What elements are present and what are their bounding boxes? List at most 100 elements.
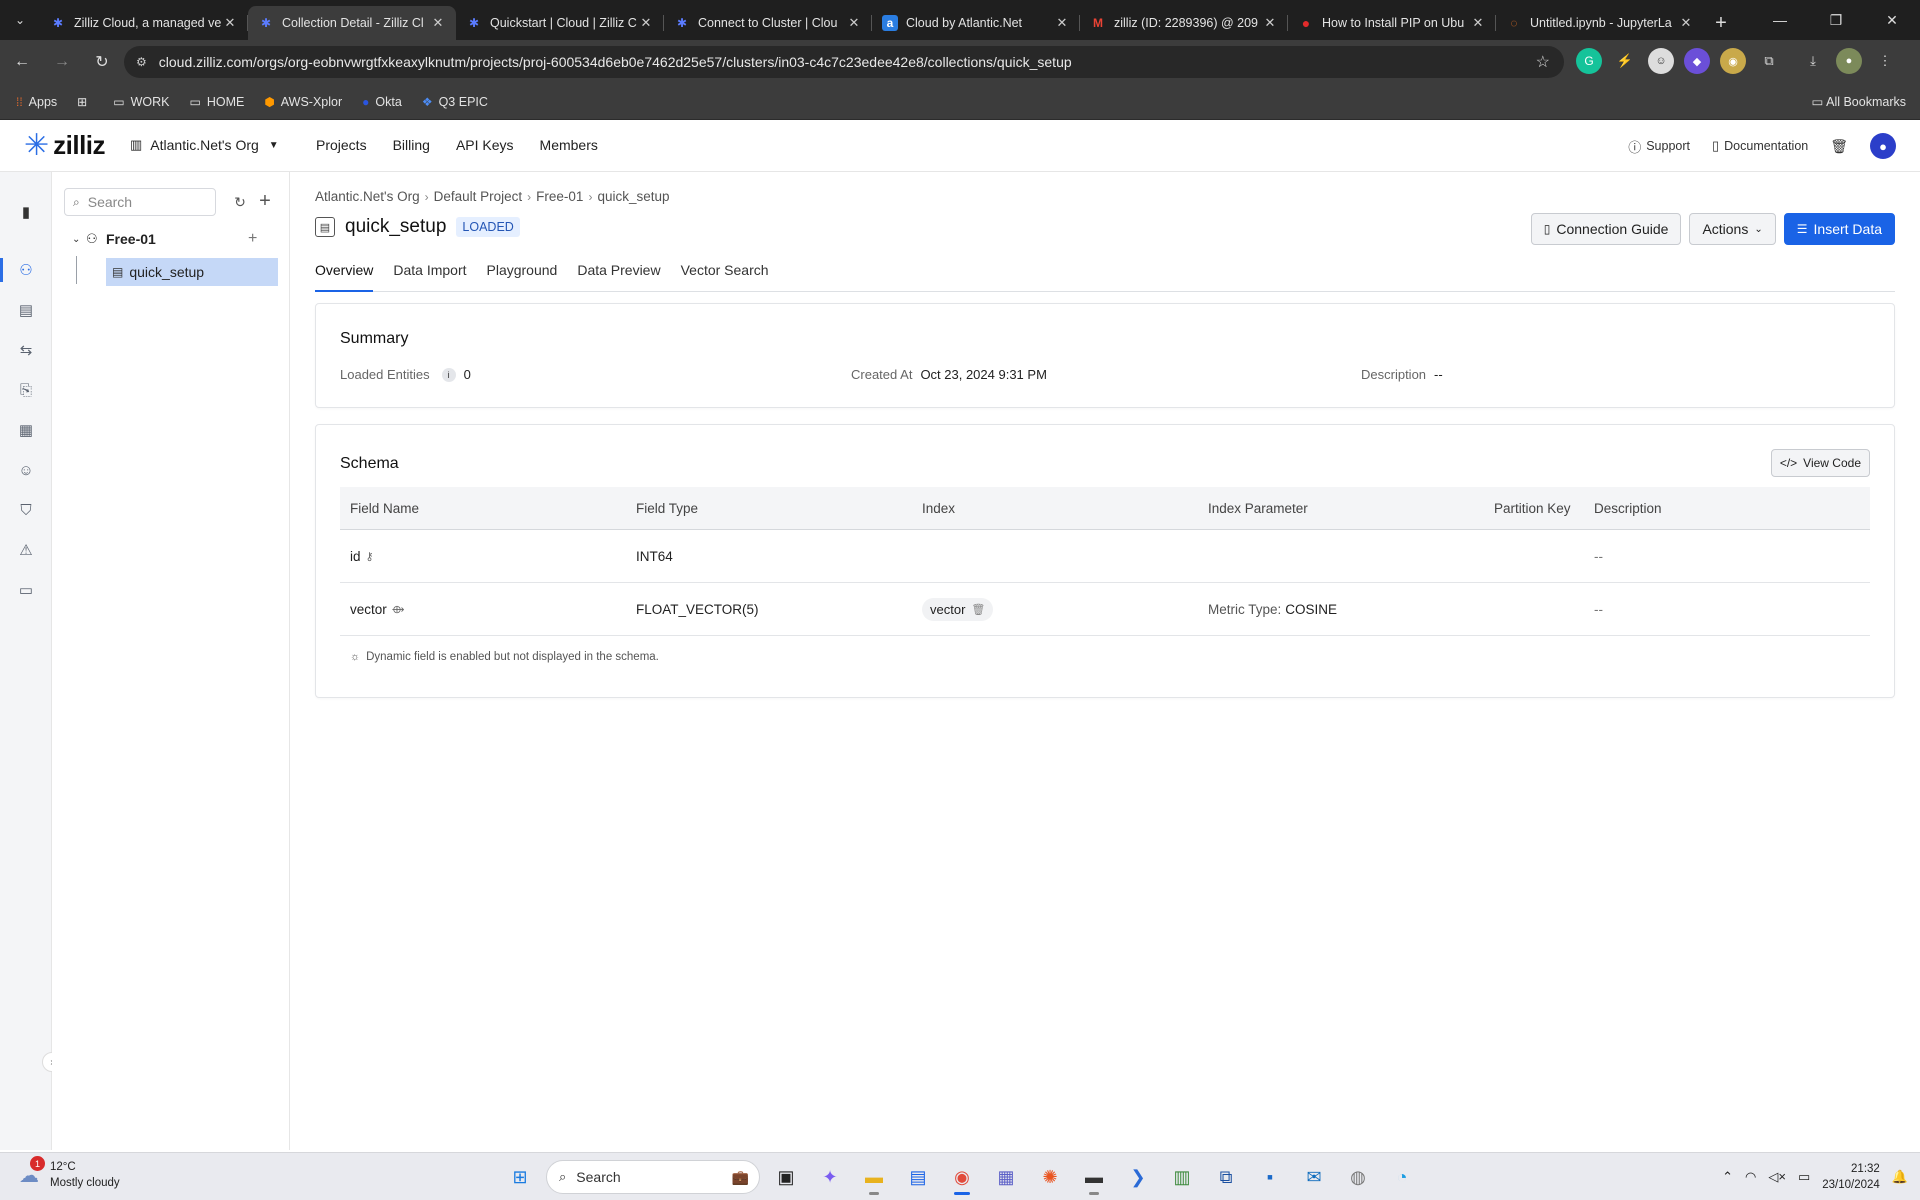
- extension-icon[interactable]: ◉: [1720, 48, 1746, 74]
- address-bar[interactable]: ⚙ cloud.zilliz.com/orgs/org-eobnvwrgtfxk…: [124, 46, 1564, 78]
- task-view-icon[interactable]: ▣: [768, 1159, 804, 1195]
- reload-icon[interactable]: ↻: [84, 44, 120, 80]
- clusters-icon[interactable]: ⚇: [0, 252, 52, 288]
- url-text[interactable]: cloud.zilliz.com/orgs/org-eobnvwrgtfxkea…: [159, 54, 1536, 70]
- terminal-icon[interactable]: ▬: [1076, 1159, 1112, 1195]
- nav-billing[interactable]: Billing: [393, 137, 430, 153]
- actions-button[interactable]: Actions ⌄: [1689, 213, 1776, 245]
- close-tab-icon[interactable]: ✕: [1470, 15, 1486, 31]
- browser-tab[interactable]: a Cloud by Atlantic.Net ✕: [872, 6, 1080, 40]
- close-tab-icon[interactable]: ✕: [1262, 15, 1278, 31]
- browser-tab[interactable]: ✱ Connect to Cluster | Clou ✕: [664, 6, 872, 40]
- bookmark-apps[interactable]: ⁞⁞ Apps: [16, 95, 57, 109]
- weather-widget[interactable]: ☁ 1 12°C Mostly cloudy: [14, 1156, 120, 1191]
- tab-vector-search[interactable]: Vector Search: [681, 262, 769, 292]
- store-icon[interactable]: ▤: [900, 1159, 936, 1195]
- browser-tab[interactable]: ✱ Quickstart | Cloud | Zilliz C ✕: [456, 6, 664, 40]
- tab-search-icon[interactable]: ⌄: [0, 0, 40, 40]
- close-tab-icon[interactable]: ✕: [430, 15, 446, 31]
- breadcrumb-project[interactable]: Default Project: [434, 189, 523, 204]
- alert-icon[interactable]: ⚠: [0, 532, 52, 568]
- mouse-app-icon[interactable]: ◍: [1340, 1159, 1376, 1195]
- view-code-button[interactable]: </> View Code: [1770, 449, 1870, 477]
- refresh-icon[interactable]: ↻: [230, 192, 250, 212]
- bookmark-star-icon[interactable]: ☆: [1536, 52, 1550, 72]
- connection-guide-button[interactable]: ▯ Connection Guide: [1530, 213, 1682, 245]
- jobs-icon[interactable]: ▦: [0, 412, 52, 448]
- volume-muted-icon[interactable]: ◁×: [1768, 1169, 1786, 1185]
- browser-tab[interactable]: ● How to Install PIP on Ubu ✕: [1288, 6, 1496, 40]
- breadcrumb-cluster[interactable]: Free-01: [536, 189, 583, 204]
- tab-playground[interactable]: Playground: [487, 262, 558, 292]
- zilliz-logo[interactable]: ✳ zilliz: [24, 130, 106, 161]
- profile-avatar-icon[interactable]: ●: [1836, 48, 1862, 74]
- browser-tab[interactable]: Mzilliz (ID: 2289396) @ 209 ✕: [1080, 6, 1288, 40]
- close-tab-icon[interactable]: ✕: [1054, 15, 1070, 31]
- clock[interactable]: 21:32 23/10/2024: [1822, 1161, 1880, 1193]
- tree-search-input[interactable]: [87, 194, 198, 210]
- bookmark-okta[interactable]: ● Okta: [362, 95, 402, 109]
- powershell-icon[interactable]: ❯: [1120, 1159, 1156, 1195]
- user-avatar[interactable]: ●: [1870, 133, 1896, 159]
- edge-icon[interactable]: ◔: [1384, 1159, 1420, 1195]
- folder-icon[interactable]: ▮: [0, 194, 52, 230]
- nav-members[interactable]: Members: [540, 137, 598, 153]
- chevron-down-icon[interactable]: ⌄: [72, 234, 80, 245]
- browser-tab-active[interactable]: ✱ Collection Detail - Zilliz Cl ✕: [248, 6, 456, 40]
- browser-tab[interactable]: ✱ Zilliz Cloud, a managed ve ✕: [40, 6, 248, 40]
- nav-api-keys[interactable]: API Keys: [456, 137, 514, 153]
- grammarly-icon[interactable]: G: [1576, 48, 1602, 74]
- tree-node-collection[interactable]: ▤ quick_setup: [106, 258, 278, 286]
- tab-overview[interactable]: Overview: [315, 262, 374, 292]
- forward-icon[interactable]: →: [44, 44, 80, 80]
- bookmark-aws[interactable]: ⬢ AWS-Xplor: [264, 95, 342, 109]
- browser-tab[interactable]: ◌ Untitled.ipynb - JupyterLa ✕: [1496, 6, 1704, 40]
- close-tab-icon[interactable]: ✕: [222, 15, 238, 31]
- copilot-icon[interactable]: ✦: [812, 1159, 848, 1195]
- webstorm-icon[interactable]: ▪: [1252, 1159, 1288, 1195]
- nav-projects[interactable]: Projects: [316, 137, 367, 153]
- support-link[interactable]: ⓘ Support: [1628, 137, 1690, 156]
- bookmark-q3-epic[interactable]: ❖ Q3 EPIC: [422, 95, 488, 109]
- breadcrumb-org[interactable]: Atlantic.Net's Org: [315, 189, 420, 204]
- notifications-bell-icon[interactable]: 🔔: [1892, 1169, 1908, 1185]
- chart-app-icon[interactable]: ▥: [1164, 1159, 1200, 1195]
- taskbar-search[interactable]: ⌕ Search 💼: [546, 1160, 760, 1194]
- users-icon[interactable]: ☺: [0, 452, 52, 488]
- org-selector[interactable]: ▥ Atlantic.Net's Org ▼: [130, 137, 279, 153]
- restore-icon[interactable]: ❐: [1808, 0, 1864, 40]
- back-icon[interactable]: ←: [4, 44, 40, 80]
- browser-menu-icon[interactable]: ⋮: [1872, 48, 1898, 74]
- add-icon[interactable]: +: [254, 190, 276, 212]
- wifi-icon[interactable]: ◠: [1745, 1169, 1756, 1185]
- close-tab-icon[interactable]: ✕: [846, 15, 862, 31]
- minimize-icon[interactable]: —: [1752, 0, 1808, 40]
- add-collection-icon[interactable]: +: [248, 230, 257, 248]
- insert-data-button[interactable]: ☰ Insert Data: [1783, 213, 1895, 245]
- bookmark-work[interactable]: ▭ WORK: [113, 95, 169, 109]
- tab-data-preview[interactable]: Data Preview: [577, 262, 660, 292]
- battery-icon[interactable]: ▭: [1798, 1169, 1810, 1185]
- file-explorer-icon[interactable]: ▬: [856, 1159, 892, 1195]
- new-tab-button[interactable]: +: [1704, 6, 1738, 40]
- terminal-icon[interactable]: ▭: [0, 572, 52, 608]
- import-icon[interactable]: ⎘: [0, 372, 52, 408]
- extension-icon[interactable]: ⚡: [1612, 48, 1638, 74]
- site-info-icon[interactable]: ⚙: [136, 55, 147, 69]
- documentation-link[interactable]: ▯ Documentation: [1712, 138, 1808, 154]
- info-icon[interactable]: i: [441, 367, 456, 382]
- tree-search[interactable]: ⌕: [64, 188, 216, 216]
- bookmark-home[interactable]: ▭ HOME: [189, 95, 244, 109]
- migration-icon[interactable]: ⇆: [0, 332, 52, 368]
- index-chip[interactable]: vector 🗑: [922, 597, 994, 621]
- download-icon[interactable]: ⤓: [1800, 48, 1826, 74]
- windows-start-icon[interactable]: ⊞: [502, 1159, 538, 1195]
- teams-icon[interactable]: ▦: [988, 1159, 1024, 1195]
- extension-icon[interactable]: ☺: [1648, 48, 1674, 74]
- vm-icon[interactable]: ⧉: [1208, 1159, 1244, 1195]
- shield-icon[interactable]: ⛉: [0, 492, 52, 528]
- extension-icon[interactable]: ◆: [1684, 48, 1710, 74]
- tray-expand-icon[interactable]: ⌃: [1722, 1169, 1733, 1185]
- chrome-icon[interactable]: ◉: [944, 1159, 980, 1195]
- trash-icon[interactable]: 🗑: [1830, 138, 1848, 155]
